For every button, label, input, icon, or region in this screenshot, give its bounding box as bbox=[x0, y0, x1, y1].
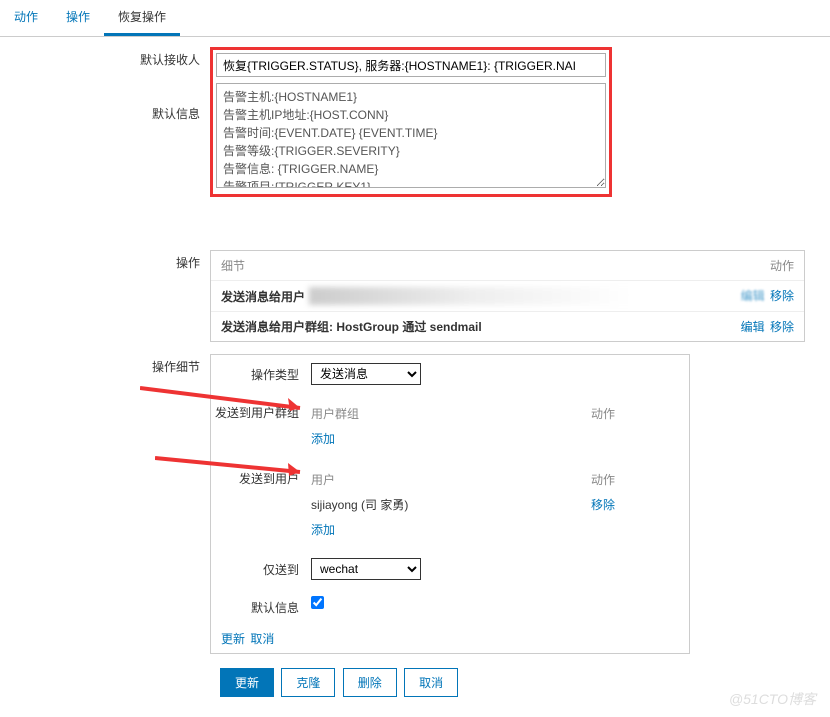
users-row1-name: sijiayong (司 家勇) bbox=[311, 496, 591, 513]
ops-row2-remove[interactable]: 移除 bbox=[770, 320, 794, 334]
default-message-textarea[interactable] bbox=[216, 83, 606, 188]
users-row1-remove[interactable]: 移除 bbox=[591, 498, 615, 512]
default-msg-checkbox[interactable] bbox=[311, 596, 324, 609]
users-header-user: 用户 bbox=[311, 471, 591, 488]
operations-table: 细节 动作 发送消息给用户 编辑 移除 发送消息给用户群组: HostGroup… bbox=[210, 250, 805, 342]
ops-row1-edit[interactable]: 编辑 bbox=[741, 289, 765, 303]
cancel-button[interactable]: 取消 bbox=[404, 668, 458, 697]
ops-header-action: 动作 bbox=[734, 257, 794, 274]
ops-row1-blurred bbox=[309, 287, 714, 305]
users-add-link[interactable]: 添加 bbox=[311, 523, 335, 537]
ops-row2-text: 发送消息给用户群组: HostGroup 通过 sendmail bbox=[221, 318, 714, 335]
button-bar: 更新 克隆 删除 取消 bbox=[220, 668, 810, 697]
label-default-recipient: 默认接收人 bbox=[0, 47, 210, 68]
ops-row1-remove[interactable]: 移除 bbox=[770, 289, 794, 303]
label-send-to-users: 发送到用户 bbox=[211, 467, 311, 542]
send-via-select[interactable]: wechat bbox=[311, 558, 421, 580]
op-type-select[interactable]: 发送消息 bbox=[311, 363, 421, 385]
tab-operation[interactable]: 操作 bbox=[52, 0, 104, 36]
label-op-type: 操作类型 bbox=[211, 363, 311, 385]
label-default-msg-cb: 默认信息 bbox=[211, 596, 311, 616]
users-header-action: 动作 bbox=[591, 471, 661, 488]
sub-update-button[interactable]: 更新 bbox=[221, 632, 245, 646]
tabs-bar: 动作 操作 恢复操作 bbox=[0, 0, 830, 37]
ops-row1-prefix: 发送消息给用户 bbox=[221, 288, 305, 305]
label-operation: 操作 bbox=[0, 250, 210, 271]
label-send-to-groups: 发送到用户群组 bbox=[211, 401, 311, 451]
tab-recovery[interactable]: 恢复操作 bbox=[104, 0, 180, 36]
watermark: @51CTO博客 bbox=[729, 689, 816, 709]
label-op-detail: 操作细节 bbox=[0, 354, 210, 375]
ops-row2-edit[interactable]: 编辑 bbox=[741, 320, 765, 334]
default-recipient-input[interactable] bbox=[216, 53, 606, 77]
highlight-box bbox=[210, 47, 612, 197]
delete-button[interactable]: 删除 bbox=[343, 668, 397, 697]
groups-header-action: 动作 bbox=[591, 405, 661, 422]
tab-action[interactable]: 动作 bbox=[0, 0, 52, 36]
groups-header-group: 用户群组 bbox=[311, 405, 591, 422]
update-button[interactable]: 更新 bbox=[220, 668, 274, 697]
op-detail-box: 操作类型 发送消息 发送到用户群组 用户群组 动作 bbox=[210, 354, 690, 654]
sub-cancel-button[interactable]: 取消 bbox=[250, 632, 274, 646]
label-send-only-via: 仅送到 bbox=[211, 558, 311, 580]
ops-header-detail: 细节 bbox=[221, 257, 734, 274]
groups-add-link[interactable]: 添加 bbox=[311, 432, 335, 446]
clone-button[interactable]: 克隆 bbox=[281, 668, 335, 697]
